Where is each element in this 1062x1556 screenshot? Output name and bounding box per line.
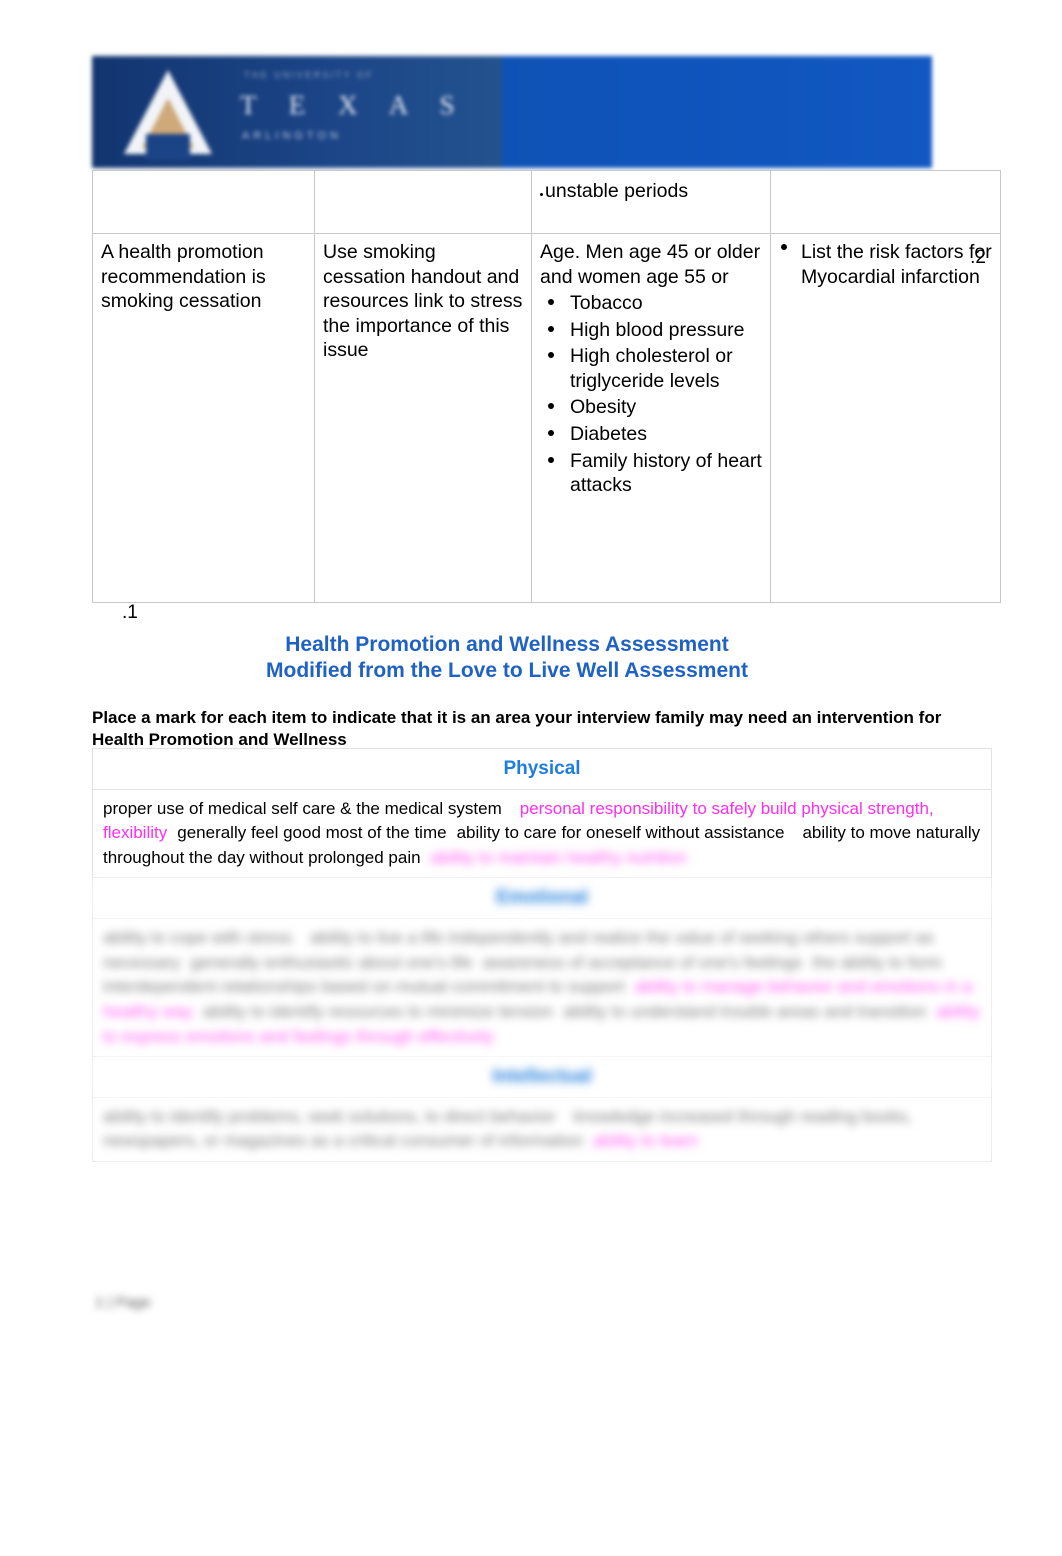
table-cell-intervention: Use smoking cessation handout and resour… [314, 233, 532, 603]
page-title-line1: Health Promotion and Wellness Assessment [285, 633, 729, 656]
question-wrapper: List the risk factors for Myocardial inf… [779, 240, 992, 289]
assessment-item[interactable]: ability to identify problems, seek solut… [103, 1107, 556, 1126]
risk-factor-lead-text: Age. Men age 45 or older and women age 5… [540, 241, 761, 288]
bullet-icon [781, 244, 787, 250]
list-item: Tobacco [548, 291, 762, 316]
question-number: .2 [970, 247, 986, 268]
recommendation-text: A health promotion recommendation is smo… [101, 241, 266, 313]
wellness-assessment-table: Physical proper use of medical self care… [92, 748, 992, 1163]
list-item: High cholesterol or triglyceride levels [548, 344, 762, 393]
table-row: ability to cope with stress ability to li… [92, 918, 992, 1058]
page-title: Health Promotion and Wellness Assessment… [0, 632, 1062, 683]
table-row: unstable periods [92, 170, 1001, 234]
assignment-answer-table: unstable periods A health promotion reco… [92, 170, 1001, 603]
instructions-text: Place a mark for each item to indicate t… [92, 708, 942, 750]
assessment-item[interactable]: ability to identify resources to minimiz… [203, 1002, 554, 1021]
table-cell-risk-factors: Age. Men age 45 or older and women age 5… [531, 233, 771, 603]
table-cell-question-header [770, 170, 1001, 234]
letterhead-institution-name: T E X A S [240, 90, 468, 120]
table-cell-recommendation: A health promotion recommendation is smo… [92, 233, 315, 603]
document-page: THE UNIVERSITY OF T E X A S ARLINGTON un… [0, 0, 1062, 1556]
table-cell-question: List the risk factors for Myocardial inf… [770, 233, 1001, 603]
page-title-line2: Modified from the Love to Live Well Asse… [266, 658, 748, 682]
section-body-intellectual: ability to identify problems, seek solut… [92, 1096, 992, 1163]
university-logo-icon [120, 64, 216, 160]
section-body-emotional: ability to cope with stress ability to li… [92, 918, 992, 1058]
section-body-physical: proper use of medical self care & the me… [92, 788, 992, 879]
section-header-physical: Physical [92, 748, 992, 790]
unstable-periods-text: unstable periods [540, 180, 688, 202]
assessment-item[interactable]: ability to cope with stress [103, 928, 292, 947]
section-header-emotional: Emotional [92, 877, 992, 920]
university-letterhead-banner: THE UNIVERSITY OF T E X A S ARLINGTON [92, 56, 932, 168]
list-item: High blood pressure [548, 318, 762, 343]
table-row: Intellectual [92, 1056, 992, 1098]
section-header-intellectual: Intellectual [92, 1056, 992, 1098]
table-row: Emotional [92, 877, 992, 920]
list-item: Family history of heart attacks [548, 449, 762, 497]
list-item: Obesity [548, 395, 762, 420]
risk-factor-list: Tobacco High blood pressure High cholest… [540, 291, 762, 498]
assessment-item[interactable]: ability to care for oneself without assi… [457, 823, 785, 842]
assessment-item[interactable]: generally feel good most of the time [177, 823, 446, 842]
table-row: Physical [92, 748, 992, 790]
page-footer: 1 | Page [95, 1294, 151, 1311]
question-number-one: .1 [122, 602, 138, 623]
assessment-item[interactable]: awareness of acceptance of one's feeling… [483, 953, 803, 972]
assessment-item[interactable]: proper use of medical self care & the me… [103, 799, 502, 818]
letterhead-institution-campus: ARLINGTON [242, 130, 342, 142]
table-row: A health promotion recommendation is smo… [92, 233, 1001, 603]
question-text: List the risk factors for Myocardial inf… [801, 241, 992, 288]
table-cell-recommendation-header [92, 170, 315, 234]
table-row: proper use of medical self care & the me… [92, 788, 992, 879]
list-item: Diabetes [548, 422, 762, 447]
letterhead-institution-prefix: THE UNIVERSITY OF [244, 70, 375, 80]
assessment-item[interactable]: generally enthusiastic about one's life [190, 953, 472, 972]
intervention-text: Use smoking cessation handout and resour… [323, 241, 523, 362]
table-cell-unstable-periods: unstable periods [531, 170, 771, 234]
assessment-item[interactable]: ability to learn [593, 1131, 698, 1150]
table-row: ability to identify problems, seek solut… [92, 1096, 992, 1163]
table-cell-intervention-header [314, 170, 532, 234]
assessment-item[interactable]: ability to maintain healthy nutrition [431, 848, 687, 867]
assessment-item[interactable]: ability to understand trouble areas and … [563, 1002, 926, 1021]
